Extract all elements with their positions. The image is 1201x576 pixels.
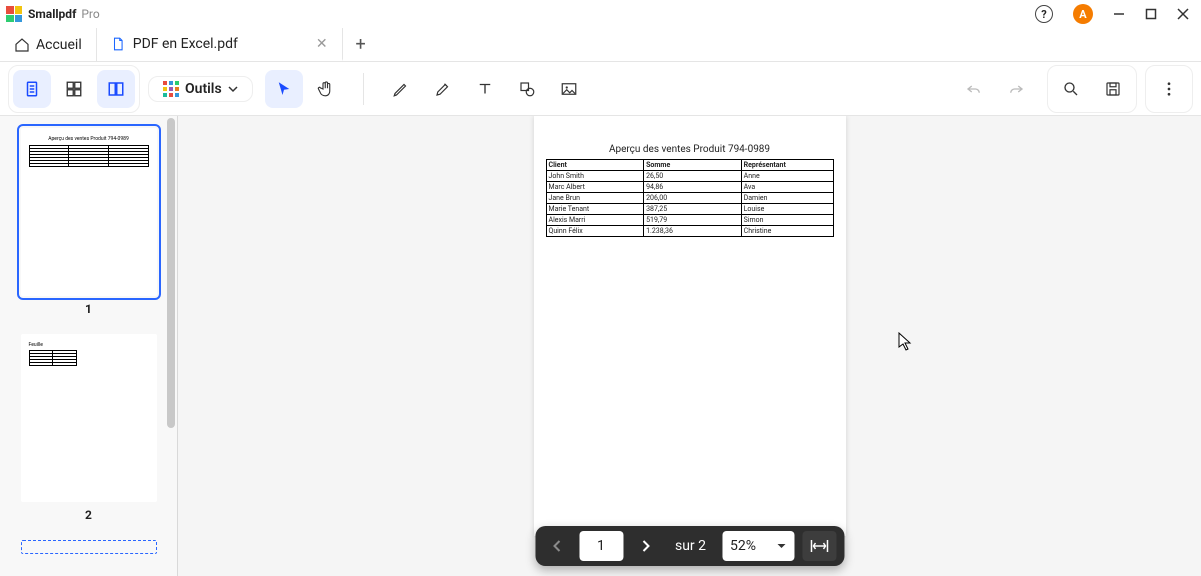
- undo-button[interactable]: [955, 70, 993, 108]
- table-row: John Smith26,50Anne: [546, 171, 833, 182]
- thumbnail-add-page[interactable]: [21, 540, 157, 554]
- redo-button[interactable]: [997, 70, 1035, 108]
- title-bar: Smallpdf Pro ? A: [0, 0, 1201, 28]
- thumbnail-label-2: 2: [10, 508, 167, 522]
- more-group: [1145, 65, 1193, 113]
- header-rep: Représentant: [741, 160, 833, 171]
- pencil-tool-button[interactable]: [382, 70, 420, 108]
- table-header-row: Client Somme Représentant: [546, 160, 833, 171]
- zoom-select[interactable]: 52%: [722, 531, 794, 561]
- app-logo-icon: [6, 6, 22, 22]
- home-icon: [14, 37, 30, 53]
- tab-file[interactable]: PDF en Excel.pdf ✕: [97, 28, 343, 61]
- search-group: [1047, 65, 1137, 113]
- toolbar: Outils: [0, 62, 1201, 116]
- document-title: Aperçu des ventes Produit 794-0989: [546, 144, 834, 155]
- main-area: Aperçu des ventes Produit 794-0989 1 Feu…: [0, 116, 1201, 576]
- text-tool-button[interactable]: [466, 70, 504, 108]
- cursor-icon: [898, 332, 914, 352]
- tabs-bar: Accueil PDF en Excel.pdf ✕ +: [0, 28, 1201, 62]
- table-row: Jane Brun206,00Damien: [546, 193, 833, 204]
- tab-file-label: PDF en Excel.pdf: [133, 36, 238, 52]
- search-button[interactable]: [1052, 70, 1090, 108]
- tools-menu-group: Outils: [148, 76, 253, 102]
- tab-home[interactable]: Accueil: [0, 28, 97, 61]
- page-total-label: sur 2: [663, 538, 718, 554]
- minimize-button[interactable]: [1113, 8, 1125, 20]
- history-group: [951, 66, 1039, 112]
- tab-home-label: Accueil: [36, 37, 82, 53]
- view-mode-group: [8, 65, 140, 113]
- thumbnail-sidebar: Aperçu des ventes Produit 794-0989 1 Feu…: [0, 116, 178, 576]
- avatar[interactable]: A: [1073, 4, 1093, 24]
- next-page-button[interactable]: [627, 530, 663, 562]
- sidebar-scrollbar[interactable]: [167, 118, 175, 428]
- image-tool-button[interactable]: [550, 70, 588, 108]
- data-table: Client Somme Représentant John Smith26,5…: [546, 159, 834, 237]
- more-menu-button[interactable]: [1150, 70, 1188, 108]
- zoom-value: 52%: [730, 538, 756, 554]
- tab-close-button[interactable]: ✕: [316, 36, 328, 52]
- shape-tool-button[interactable]: [508, 70, 546, 108]
- pan-tool-button[interactable]: [307, 70, 345, 108]
- app-name: Smallpdf: [28, 7, 76, 21]
- document-icon: [111, 36, 125, 52]
- maximize-button[interactable]: [1145, 8, 1157, 20]
- table-row: Marc Albert94,86Ava: [546, 182, 833, 193]
- grid-view-button[interactable]: [55, 70, 93, 108]
- close-button[interactable]: [1177, 8, 1189, 20]
- pointer-group: [261, 66, 349, 112]
- page-navigator: 1 sur 2 52%: [535, 526, 844, 566]
- select-tool-button[interactable]: [265, 70, 303, 108]
- table-row: Marie Tenant387,25Louise: [546, 204, 833, 215]
- table-row: Quinn Félix1.238,36Christine: [546, 226, 833, 237]
- app-title: Smallpdf Pro: [28, 7, 100, 21]
- thumbnail-page-2[interactable]: Feuille: [21, 334, 157, 502]
- current-page: 1: [597, 538, 605, 554]
- table-row: Alexis Marri519,79Simon: [546, 215, 833, 226]
- fit-width-button[interactable]: [802, 531, 836, 561]
- header-client: Client: [546, 160, 644, 171]
- save-button[interactable]: [1094, 70, 1132, 108]
- thumbnail-label-1: 1: [10, 302, 167, 316]
- dropdown-icon: [228, 84, 238, 94]
- app-edition: Pro: [81, 7, 99, 21]
- highlighter-tool-button[interactable]: [424, 70, 462, 108]
- tools-grid-icon: [163, 81, 179, 97]
- tools-button[interactable]: Outils: [153, 81, 248, 97]
- chevron-down-icon: [776, 541, 786, 551]
- help-icon[interactable]: ?: [1035, 5, 1053, 23]
- divider: [363, 73, 364, 105]
- annotate-group: [378, 66, 592, 112]
- prev-page-button[interactable]: [539, 530, 575, 562]
- document-viewer[interactable]: Aperçu des ventes Produit 794-0989 Clien…: [178, 116, 1201, 576]
- page-1: Aperçu des ventes Produit 794-0989 Clien…: [534, 116, 846, 536]
- tools-label: Outils: [185, 81, 222, 97]
- thumbnail-page-1[interactable]: Aperçu des ventes Produit 794-0989: [21, 128, 157, 296]
- page-input[interactable]: 1: [579, 531, 623, 561]
- new-tab-button[interactable]: +: [343, 28, 379, 61]
- header-somme: Somme: [644, 160, 742, 171]
- single-page-view-button[interactable]: [13, 70, 51, 108]
- double-page-view-button[interactable]: [97, 70, 135, 108]
